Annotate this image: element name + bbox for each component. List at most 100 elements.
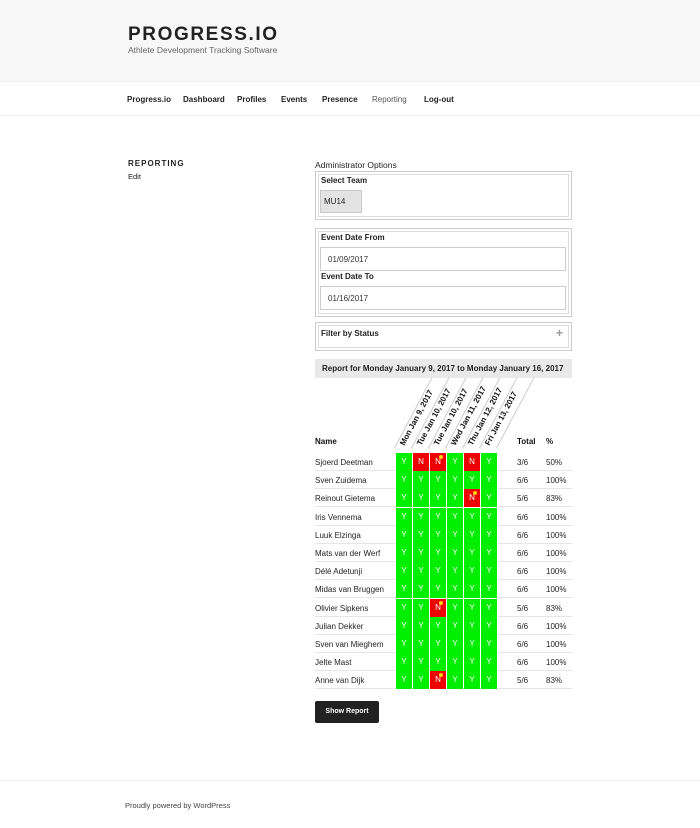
attendance-cell-absent[interactable]: N — [430, 671, 447, 690]
plus-icon[interactable]: + — [556, 326, 563, 340]
attendance-cell-present[interactable]: Y — [481, 580, 498, 599]
attendance-cell-present[interactable]: Y — [447, 507, 464, 526]
attendance-cell-present[interactable]: Y — [447, 671, 464, 690]
attendance-cell-present[interactable]: Y — [430, 580, 447, 599]
attendance-cell-present[interactable]: Y — [396, 653, 413, 672]
date-to-input[interactable]: 01/16/2017 — [320, 286, 566, 310]
attendance-cell-present[interactable]: Y — [481, 525, 498, 544]
attendance-cell-present[interactable]: Y — [413, 471, 430, 490]
attendance-cell-present[interactable]: Y — [430, 507, 447, 526]
show-report-button[interactable]: Show Report — [315, 701, 379, 723]
attendance-cell-present[interactable]: Y — [396, 471, 413, 490]
attendance-cell-present[interactable]: Y — [464, 580, 481, 599]
attendance-cell-present[interactable]: Y — [447, 616, 464, 635]
attendance-cell-present[interactable]: Y — [396, 562, 413, 581]
attendance-cell-present[interactable]: Y — [396, 580, 413, 599]
attendance-cell-present[interactable]: Y — [464, 562, 481, 581]
attendance-cell-present[interactable]: Y — [481, 653, 498, 672]
attendance-cell-present[interactable]: Y — [464, 471, 481, 490]
attendance-cell-present[interactable]: Y — [413, 598, 430, 617]
table-row: Iris Vennema Y Y Y Y Y Y 6/6 100% — [315, 507, 572, 526]
attendance-cell-present[interactable]: Y — [396, 544, 413, 562]
attendance-cell-present[interactable]: Y — [464, 653, 481, 672]
attendance-cell-present[interactable]: Y — [481, 471, 498, 490]
attendance-cell-present[interactable]: Y — [447, 598, 464, 617]
attendance-cell-present[interactable]: Y — [481, 489, 498, 508]
row-total: 6/6 — [517, 621, 529, 631]
row-total: 5/6 — [517, 676, 529, 686]
attendance-cell-present[interactable]: Y — [464, 671, 481, 690]
attendance-cell-present[interactable]: Y — [481, 598, 498, 617]
attendance-cell-present[interactable]: Y — [413, 544, 430, 562]
attendance-cell-present[interactable]: Y — [464, 616, 481, 635]
attendance-cell-present[interactable]: Y — [396, 525, 413, 544]
site-title[interactable]: PROGRESS.IO — [128, 24, 279, 46]
attendance-cell-present[interactable]: Y — [481, 671, 498, 690]
attendance-cell-present[interactable]: Y — [447, 544, 464, 562]
attendance-cell-present[interactable]: Y — [430, 562, 447, 581]
attendance-cell-absent[interactable]: N — [464, 489, 481, 508]
attendance-cell-present[interactable]: Y — [447, 635, 464, 653]
attendance-cell-present[interactable]: Y — [413, 507, 430, 526]
nav-item-logout[interactable]: Log-out — [424, 95, 454, 104]
attendance-cell-present[interactable]: Y — [481, 507, 498, 526]
attendance-cell-present[interactable]: Y — [396, 598, 413, 617]
attendance-cell-present[interactable]: Y — [413, 616, 430, 635]
attendance-cell-present[interactable]: Y — [447, 562, 464, 581]
row-total: 6/6 — [517, 658, 529, 668]
nav-item-dashboard[interactable]: Dashboard — [183, 95, 225, 104]
attendance-cell-absent[interactable]: N — [413, 453, 430, 471]
attendance-cell-present[interactable]: Y — [447, 525, 464, 544]
attendance-cell-present[interactable]: Y — [396, 507, 413, 526]
attendance-cell-absent[interactable]: N — [464, 453, 481, 471]
attendance-cell-absent[interactable]: N — [430, 598, 447, 617]
attendance-cell-present[interactable]: Y — [413, 489, 430, 508]
nav-item-presence[interactable]: Presence — [322, 95, 358, 104]
attendance-cell-present[interactable]: Y — [413, 653, 430, 672]
attendance-cell-present[interactable]: Y — [413, 635, 430, 653]
attendance-cell-present[interactable]: Y — [481, 562, 498, 581]
attendance-cell-absent[interactable]: N — [430, 453, 447, 471]
attendance-cell-present[interactable]: Y — [430, 489, 447, 508]
nav-item-profiles[interactable]: Profiles — [237, 95, 266, 104]
attendance-cell-present[interactable]: Y — [464, 635, 481, 653]
attendance-cell-present[interactable]: Y — [447, 653, 464, 672]
attendance-cell-present[interactable]: Y — [396, 635, 413, 653]
attendance-cell-present[interactable]: Y — [430, 544, 447, 562]
nav-item-progressio[interactable]: Progress.io — [127, 95, 171, 104]
attendance-cell-present[interactable]: Y — [481, 544, 498, 562]
attendance-cell-present[interactable]: Y — [481, 453, 498, 471]
athlete-name: Sven van Mieghem — [315, 640, 384, 649]
attendance-cell-present[interactable]: Y — [430, 653, 447, 672]
attendance-cell-present[interactable]: Y — [396, 453, 413, 471]
attendance-cell-present[interactable]: Y — [464, 544, 481, 562]
attendance-cell-present[interactable]: Y — [447, 453, 464, 471]
nav-item-events[interactable]: Events — [281, 95, 307, 104]
attendance-cell-present[interactable]: Y — [464, 525, 481, 544]
team-select[interactable]: MU14 — [320, 190, 362, 213]
attendance-cell-present[interactable]: Y — [447, 471, 464, 490]
attendance-cell-present[interactable]: Y — [464, 507, 481, 526]
attendance-cell-present[interactable]: Y — [430, 525, 447, 544]
nav-item-reporting[interactable]: Reporting — [372, 95, 407, 104]
attendance-cell-present[interactable]: Y — [413, 562, 430, 581]
attendance-cell-present[interactable]: Y — [430, 616, 447, 635]
site-tagline: Athlete Development Tracking Software — [128, 45, 278, 55]
attendance-cell-present[interactable]: Y — [396, 489, 413, 508]
footer-text[interactable]: Proudly powered by WordPress — [125, 801, 230, 810]
attendance-cell-present[interactable]: Y — [413, 671, 430, 690]
attendance-cell-present[interactable]: Y — [413, 525, 430, 544]
table-row: Délé Adetunji Y Y Y Y Y Y 6/6 100% — [315, 562, 572, 581]
edit-link[interactable]: Edit — [128, 172, 141, 181]
attendance-cell-present[interactable]: Y — [396, 616, 413, 635]
attendance-cell-present[interactable]: Y — [464, 598, 481, 617]
attendance-cell-present[interactable]: Y — [447, 580, 464, 599]
attendance-cell-present[interactable]: Y — [481, 635, 498, 653]
attendance-cell-present[interactable]: Y — [447, 489, 464, 508]
attendance-cell-present[interactable]: Y — [430, 471, 447, 490]
attendance-cell-present[interactable]: Y — [413, 580, 430, 599]
attendance-cell-present[interactable]: Y — [430, 635, 447, 653]
attendance-cell-present[interactable]: Y — [481, 616, 498, 635]
date-from-input[interactable]: 01/09/2017 — [320, 247, 566, 271]
attendance-cell-present[interactable]: Y — [396, 671, 413, 690]
